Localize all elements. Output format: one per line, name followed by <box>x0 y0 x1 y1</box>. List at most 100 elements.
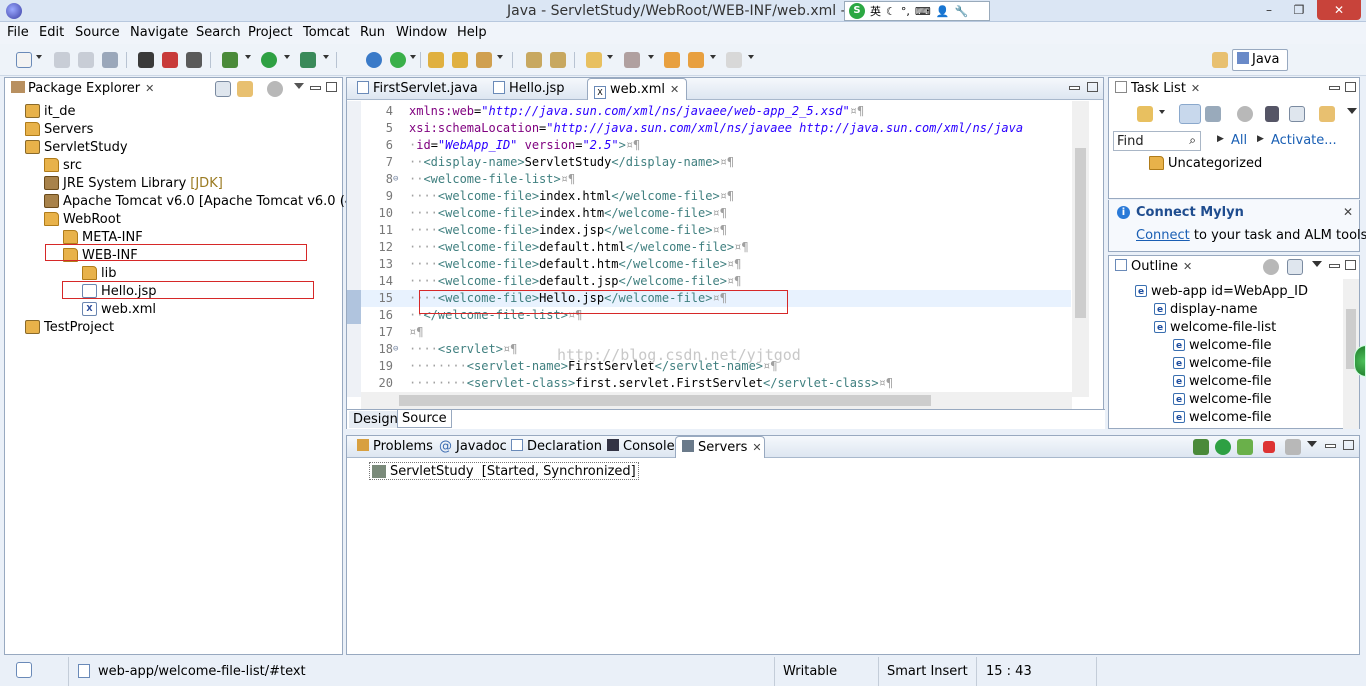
activate-link[interactable]: Activate... <box>1271 133 1337 148</box>
back-icon[interactable] <box>688 52 704 68</box>
new-class-dropdown-icon[interactable] <box>410 55 416 59</box>
tree-item[interactable]: Apache Tomcat v6.0 [Apache Tomcat v6.0 (… <box>44 192 363 210</box>
tab-firstservlet[interactable]: FirstServlet.java <box>351 78 487 100</box>
floating-widget-icon[interactable] <box>1354 345 1366 377</box>
menu-tomcat[interactable]: Tomcat <box>303 25 350 40</box>
menu-project[interactable]: Project <box>248 25 292 40</box>
tomcat-start-icon[interactable] <box>138 52 154 68</box>
tree-item[interactable]: it_de <box>25 102 75 120</box>
next-annotation-icon[interactable] <box>586 52 602 68</box>
new-class-icon[interactable] <box>390 52 406 68</box>
outline-item[interactable]: e display-name <box>1154 300 1258 318</box>
stop-server-icon[interactable] <box>1263 441 1275 453</box>
open-perspective-icon[interactable] <box>1212 52 1228 68</box>
category-uncategorized[interactable]: Uncategorized <box>1149 154 1262 172</box>
close-icon[interactable]: ✕ <box>1191 82 1200 95</box>
prev-annotation-icon[interactable] <box>624 52 640 68</box>
tomcat-stop-icon[interactable] <box>162 52 178 68</box>
tab-javadoc[interactable]: @ Javadoc <box>433 436 507 458</box>
save-icon[interactable] <box>54 52 70 68</box>
hide-completed-icon[interactable] <box>1265 106 1279 122</box>
next-annotation-dropdown-icon[interactable] <box>607 55 613 59</box>
menu-navigate[interactable]: Navigate <box>130 25 188 40</box>
tab-declaration[interactable]: Declaration <box>505 436 602 458</box>
run-icon[interactable] <box>261 52 277 68</box>
minimize-editor-icon[interactable] <box>1069 86 1080 90</box>
minimize-button[interactable]: – <box>1254 0 1284 20</box>
prev-annotation-dropdown-icon[interactable] <box>648 55 654 59</box>
java-perspective-button[interactable]: Java <box>1232 49 1288 71</box>
tab-console[interactable]: Console <box>601 436 677 458</box>
close-icon[interactable]: ✕ <box>1183 260 1192 273</box>
external-tools-icon[interactable] <box>300 52 316 68</box>
debug-dropdown-icon[interactable] <box>245 55 251 59</box>
close-icon[interactable]: ✕ <box>670 83 679 96</box>
horizontal-scroll-thumb[interactable] <box>399 395 931 406</box>
new-dropdown-icon[interactable] <box>36 55 42 59</box>
new-java-project-icon[interactable] <box>366 52 382 68</box>
categorized-icon[interactable] <box>1179 104 1201 124</box>
minimize-view-icon[interactable] <box>1329 264 1340 268</box>
outline-item[interactable]: e welcome-file <box>1173 354 1272 372</box>
tab-hello-jsp[interactable]: Hello.jsp <box>487 78 587 100</box>
outline-item[interactable]: e welcome-file <box>1173 390 1272 408</box>
outline-item[interactable]: e welcome-file-list <box>1154 318 1276 336</box>
ime-lang[interactable]: 英 <box>870 3 881 19</box>
fold-icon[interactable]: ⊖ <box>393 171 398 188</box>
maximize-view-icon[interactable] <box>1345 260 1356 270</box>
tree-item[interactable]: Servers <box>25 120 93 138</box>
menu-file[interactable]: File <box>7 25 29 40</box>
view-menu-icon[interactable] <box>267 81 283 97</box>
back-dropdown-icon[interactable] <box>710 55 716 59</box>
tab-source[interactable]: Source <box>397 410 452 428</box>
collapse-tasks-icon[interactable] <box>1289 106 1305 122</box>
fold-icon[interactable]: ⊖ <box>393 341 398 358</box>
sync-outline-icon[interactable] <box>1263 259 1279 275</box>
menu-run[interactable]: Run <box>360 25 385 40</box>
annotation-icon[interactable] <box>550 52 566 68</box>
maximize-button[interactable]: ❐ <box>1284 0 1314 20</box>
open-folder-icon[interactable] <box>452 52 468 68</box>
server-entry[interactable]: ServletStudy [Started, Synchronized] <box>369 462 639 480</box>
tree-item[interactable]: WebRoot <box>44 210 121 228</box>
toggle-mark-icon[interactable] <box>526 52 542 68</box>
outline-item[interactable]: e web-app id=WebApp_ID <box>1135 282 1308 300</box>
all-link[interactable]: All <box>1231 133 1247 148</box>
tree-item[interactable]: src <box>44 156 82 174</box>
tab-design[interactable]: Design <box>349 411 402 428</box>
maximize-view-icon[interactable] <box>1343 440 1354 450</box>
view-menu-dropdown-icon[interactable] <box>1307 441 1317 447</box>
link-editor-icon[interactable] <box>237 81 253 97</box>
start-server-icon[interactable] <box>1215 439 1231 455</box>
tree-item[interactable]: JRE System Library [JDK] <box>44 174 223 192</box>
close-button[interactable]: ✕ <box>1317 0 1361 20</box>
horizontal-scrollbar[interactable] <box>361 392 1072 409</box>
tree-item[interactable]: ServletStudy <box>25 138 128 156</box>
outline-item[interactable]: e welcome-file <box>1173 408 1272 426</box>
search-dropdown-icon[interactable] <box>497 55 503 59</box>
view-menu-dropdown-icon[interactable] <box>294 83 304 89</box>
view-menu-dropdown-icon[interactable] <box>1312 261 1322 267</box>
scheduled-icon[interactable] <box>1205 106 1221 122</box>
open-type-icon[interactable] <box>428 52 444 68</box>
forward-dropdown-icon[interactable] <box>748 55 754 59</box>
menu-window[interactable]: Window <box>396 25 447 40</box>
close-icon[interactable]: ✕ <box>752 441 761 454</box>
profile-server-icon[interactable] <box>1237 439 1253 455</box>
view-menu-dropdown-icon[interactable] <box>1347 108 1357 114</box>
maximize-view-icon[interactable] <box>1345 82 1356 92</box>
focus-icon[interactable] <box>1237 106 1253 122</box>
ime-toolbar[interactable]: S 英 ☾ °, ⌨ 👤 🔧 <box>844 1 990 21</box>
collapse-outline-icon[interactable] <box>1287 259 1303 275</box>
minimize-view-icon[interactable] <box>1329 86 1340 90</box>
collapse-all-icon[interactable] <box>215 81 231 97</box>
external-dropdown-icon[interactable] <box>323 55 329 59</box>
wrench-icon[interactable]: 🔧 <box>954 5 968 18</box>
new-task-icon[interactable] <box>1137 106 1153 122</box>
close-icon[interactable]: ✕ <box>145 82 154 95</box>
menu-search[interactable]: Search <box>196 25 241 40</box>
tab-package-explorer[interactable]: Package Explorer ✕ <box>5 78 167 100</box>
tomcat-restart-icon[interactable] <box>186 52 202 68</box>
sogou-icon[interactable]: S <box>849 3 865 19</box>
user-icon[interactable]: 👤 <box>936 5 950 18</box>
